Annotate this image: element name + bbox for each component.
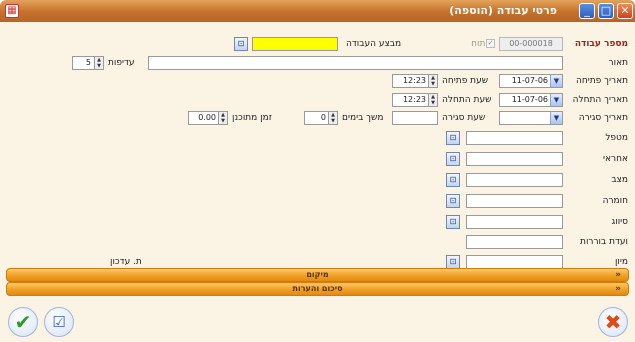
committee-label: ועדת בוררות — [580, 237, 628, 247]
location-section-title: מיקום — [306, 270, 329, 279]
classification-field[interactable] — [466, 215, 563, 229]
classification-label: סיווג — [611, 217, 628, 227]
start-time-field[interactable]: 12:23 ▲ ▼ — [392, 93, 438, 107]
maximize-button[interactable]: □ — [598, 3, 614, 19]
close-window-button[interactable]: ✕ — [617, 3, 633, 19]
job-number-label: מספר עבודה — [574, 39, 628, 49]
description-label: תאור — [608, 58, 628, 68]
confirm-icon[interactable]: ✔ — [8, 307, 38, 337]
status-label: מצב — [611, 175, 628, 185]
job-number-field: 00-000018 — [499, 37, 563, 51]
location-section-bar[interactable]: מיקום » — [6, 268, 629, 282]
title-bar[interactable]: ▦ פרטי עבודה (הוספה) _ □ ✕ — [0, 0, 635, 22]
close-time-label: שעת סגירה — [442, 113, 486, 123]
cancel-icon[interactable]: ✖ — [598, 307, 628, 337]
severity-lookup-icon[interactable]: ⊡ — [446, 194, 460, 208]
status-field[interactable] — [466, 173, 563, 187]
priority-spinner-icon[interactable]: ▲ ▼ — [94, 57, 103, 69]
app-icon[interactable]: ▦ — [5, 4, 19, 18]
handler-lookup-icon[interactable]: ⊡ — [446, 131, 460, 145]
start-time-value: 12:23 — [402, 95, 426, 104]
summary-section-title: סיכום והערות — [292, 284, 343, 293]
start-date-value: 11-07-06 — [511, 95, 548, 104]
form-area: מספר עבודה 00-000018 פתוח ✓ מבצע העבודה … — [0, 22, 635, 342]
duration-label: משך בימים — [342, 113, 384, 123]
responsible-field[interactable] — [466, 152, 563, 166]
performer-label: מבצע העבודה — [346, 39, 402, 49]
close-date-dropdown-icon[interactable]: ▼ — [550, 112, 562, 124]
open-time-label: שעת פתיחה — [442, 76, 489, 86]
handler-label: מטפל — [605, 133, 628, 143]
open-date-dropdown-icon[interactable]: ▼ — [550, 75, 562, 87]
committee-field[interactable] — [466, 235, 563, 249]
start-date-dropdown-icon[interactable]: ▼ — [550, 94, 562, 106]
duration-spinner-icon[interactable]: ▲ ▼ — [328, 112, 337, 124]
start-date-field[interactable]: 11-07-06 ▼ — [499, 93, 563, 107]
summary-expand-icon[interactable]: » — [615, 283, 621, 295]
responsible-lookup-icon[interactable]: ⊡ — [446, 152, 460, 166]
close-date-label: תאריך סגירה — [578, 113, 628, 123]
handler-field[interactable] — [466, 131, 563, 145]
duration-stepper[interactable]: 0 ▲ ▼ — [304, 111, 338, 125]
planned-time-spinner-icon[interactable]: ▲ ▼ — [218, 112, 227, 124]
status-lookup-icon[interactable]: ⊡ — [446, 173, 460, 187]
severity-field[interactable] — [466, 194, 563, 208]
classification-lookup-icon[interactable]: ⊡ — [446, 215, 460, 229]
sort-lookup-icon[interactable]: ⊡ — [446, 255, 460, 269]
window-title: פרטי עבודה (הוספה) — [449, 4, 557, 17]
start-date-label: תאריך התחלה — [572, 95, 628, 105]
responsible-label: אחראי — [602, 154, 628, 164]
duration-value: 0 — [320, 113, 326, 122]
confirm-continue-icon[interactable]: ☑ — [44, 307, 74, 337]
close-date-field[interactable]: ▼ — [499, 111, 563, 125]
severity-label: חומרה — [602, 196, 628, 206]
open-time-value: 12:23 — [402, 76, 426, 85]
planned-time-value: 0.00 — [198, 113, 216, 122]
open-date-field[interactable]: 11-07-06 ▼ — [499, 74, 563, 88]
priority-label: עדיפות — [108, 58, 135, 68]
priority-value: 5 — [85, 58, 91, 67]
open-time-spinner-icon[interactable]: ▲ ▼ — [428, 75, 437, 87]
open-checkbox[interactable]: ✓ — [486, 39, 495, 48]
sort-field[interactable] — [466, 255, 563, 269]
description-field[interactable] — [148, 56, 563, 70]
priority-stepper[interactable]: 5 ▲ ▼ — [72, 56, 104, 70]
location-expand-icon[interactable]: » — [615, 269, 621, 281]
planned-time-stepper[interactable]: 0.00 ▲ ▼ — [188, 111, 228, 125]
open-date-value: 11-07-06 — [511, 76, 548, 85]
start-time-spinner-icon[interactable]: ▲ ▼ — [428, 94, 437, 106]
sort-label: מיון — [614, 257, 628, 267]
update-date-label: ת. עדכון — [110, 257, 142, 267]
open-time-field[interactable]: 12:23 ▲ ▼ — [392, 74, 438, 88]
planned-time-label: זמן מתוכנן — [232, 113, 272, 123]
minimize-button[interactable]: _ — [579, 3, 595, 19]
performer-field[interactable] — [252, 37, 338, 51]
start-time-label: שעת התחלה — [442, 95, 492, 105]
performer-lookup-icon[interactable]: ⊡ — [234, 37, 248, 51]
open-date-label: תאריך פתיחה — [575, 76, 628, 86]
close-time-field[interactable] — [392, 111, 438, 125]
summary-section-bar[interactable]: סיכום והערות » — [6, 282, 629, 296]
